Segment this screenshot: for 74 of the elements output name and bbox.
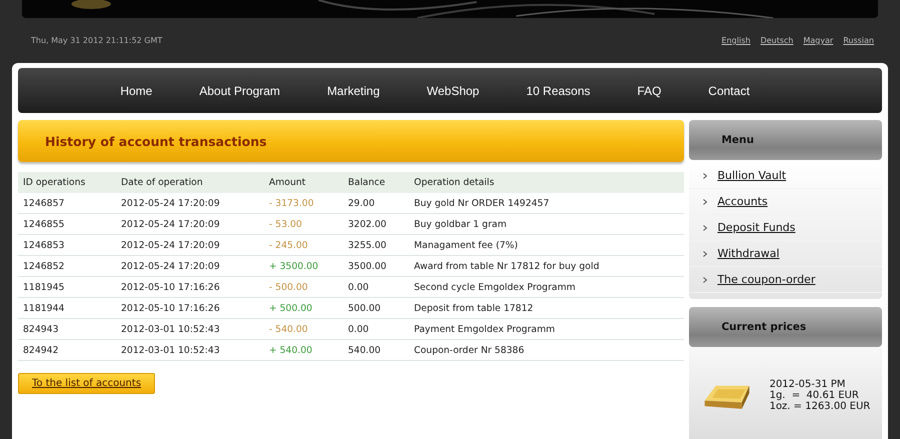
nav-link[interactable]: Contact: [708, 84, 750, 98]
table-cell: Award from table Nr 17812 for buy gold: [409, 256, 684, 276]
table-cell: Payment Emgoldex Programm: [409, 318, 684, 340]
menu-heading: Menu: [689, 120, 882, 160]
table-cell: + 500.00: [264, 298, 343, 318]
column-header: Date of operation: [116, 172, 264, 193]
prices-heading: Current prices: [689, 307, 882, 347]
column-header: Operation details: [409, 172, 684, 193]
table-cell: 1246857: [18, 193, 116, 214]
chevron-icon: [703, 198, 708, 204]
table-cell: 500.00: [343, 298, 409, 318]
column-header: ID operations: [18, 172, 116, 193]
page-title: History of account transactions: [45, 134, 267, 148]
menu-link[interactable]: Deposit Funds: [717, 221, 796, 234]
table-cell: 1246855: [18, 214, 116, 234]
nav-link[interactable]: Marketing: [327, 84, 380, 98]
table-cell: 540.00: [343, 340, 409, 360]
table-cell: 1181945: [18, 276, 116, 298]
price-line: 2012-05-31 PM: [769, 378, 846, 390]
chevron-icon: [703, 224, 708, 230]
table-cell: 2012-05-24 17:20:09: [116, 214, 264, 234]
price-line: 1g. = 40.61 EUR: [769, 390, 860, 400]
table-cell: Coupon-order Nr 58386: [409, 340, 684, 360]
table-cell: - 540.00: [264, 318, 343, 340]
price-line: 1oz. = 1263.00 EUR: [769, 400, 870, 412]
menu-link[interactable]: The coupon-order: [717, 273, 816, 286]
nav-link[interactable]: 10 Reasons: [526, 84, 590, 98]
table-cell: 2012-05-10 17:16:26: [116, 276, 264, 298]
table-cell: Buy goldbar 1 gram: [409, 214, 684, 234]
language-link[interactable]: Deutsch: [760, 36, 794, 45]
nav-link[interactable]: Home: [120, 84, 152, 98]
table-cell: - 53.00: [264, 214, 343, 234]
nav-link[interactable]: About Program: [199, 84, 280, 98]
table-cell: 824943: [18, 318, 116, 340]
table-cell: 1181944: [18, 298, 116, 318]
table-cell: 2012-05-24 17:20:09: [116, 256, 264, 276]
chevron-icon: [703, 250, 708, 256]
table-cell: - 3173.00: [264, 193, 343, 214]
table-cell: + 540.00: [264, 340, 343, 360]
column-header: Balance: [343, 172, 409, 193]
language-link[interactable]: Magyar: [803, 36, 834, 45]
table-cell: 0.00: [343, 276, 409, 298]
date-time: Thu, May 31 2012 21:11:52 GMT: [31, 36, 162, 45]
table-cell: 824942: [18, 340, 116, 360]
table-cell: Managament fee (7%): [409, 234, 684, 256]
table-cell: 2012-05-24 17:20:09: [116, 234, 264, 256]
table-cell: Buy gold Nr ORDER 1492457: [409, 193, 684, 214]
table-cell: 1246852: [18, 256, 116, 276]
table-cell: 1246853: [18, 234, 116, 256]
column-header: Amount: [264, 172, 343, 193]
nav-link[interactable]: WebShop: [426, 84, 480, 98]
chevron-icon: [703, 276, 708, 282]
table-cell: 29.00: [343, 193, 409, 214]
table-cell: 0.00: [343, 318, 409, 340]
table-cell: 2012-05-10 17:16:26: [116, 298, 264, 318]
menu-link[interactable]: Withdrawal: [717, 247, 780, 260]
table-cell: + 3500.00: [264, 256, 343, 276]
table-cell: Deposit from table 17812: [409, 298, 684, 318]
chevron-icon: [703, 172, 708, 178]
table-cell: - 245.00: [264, 234, 343, 256]
table-cell: Second cycle Emgoldex Programm: [409, 276, 684, 298]
nav-link[interactable]: FAQ: [637, 84, 662, 98]
language-link[interactable]: English: [722, 36, 750, 45]
accounts-list-button[interactable]: To the list of accounts: [18, 373, 156, 394]
language-link[interactable]: Russian: [843, 36, 874, 45]
table-cell: 3202.00: [343, 214, 409, 234]
menu-link[interactable]: Bullion Vault: [717, 169, 786, 182]
table-cell: 2012-05-24 17:20:09: [116, 193, 264, 214]
table-cell: - 500.00: [264, 276, 343, 298]
menu-link[interactable]: Accounts: [717, 195, 768, 208]
table-cell: 3500.00: [343, 256, 409, 276]
table-cell: 2012-03-01 10:52:43: [116, 340, 264, 360]
table-cell: 2012-03-01 10:52:43: [116, 318, 264, 340]
table-cell: 3255.00: [343, 234, 409, 256]
